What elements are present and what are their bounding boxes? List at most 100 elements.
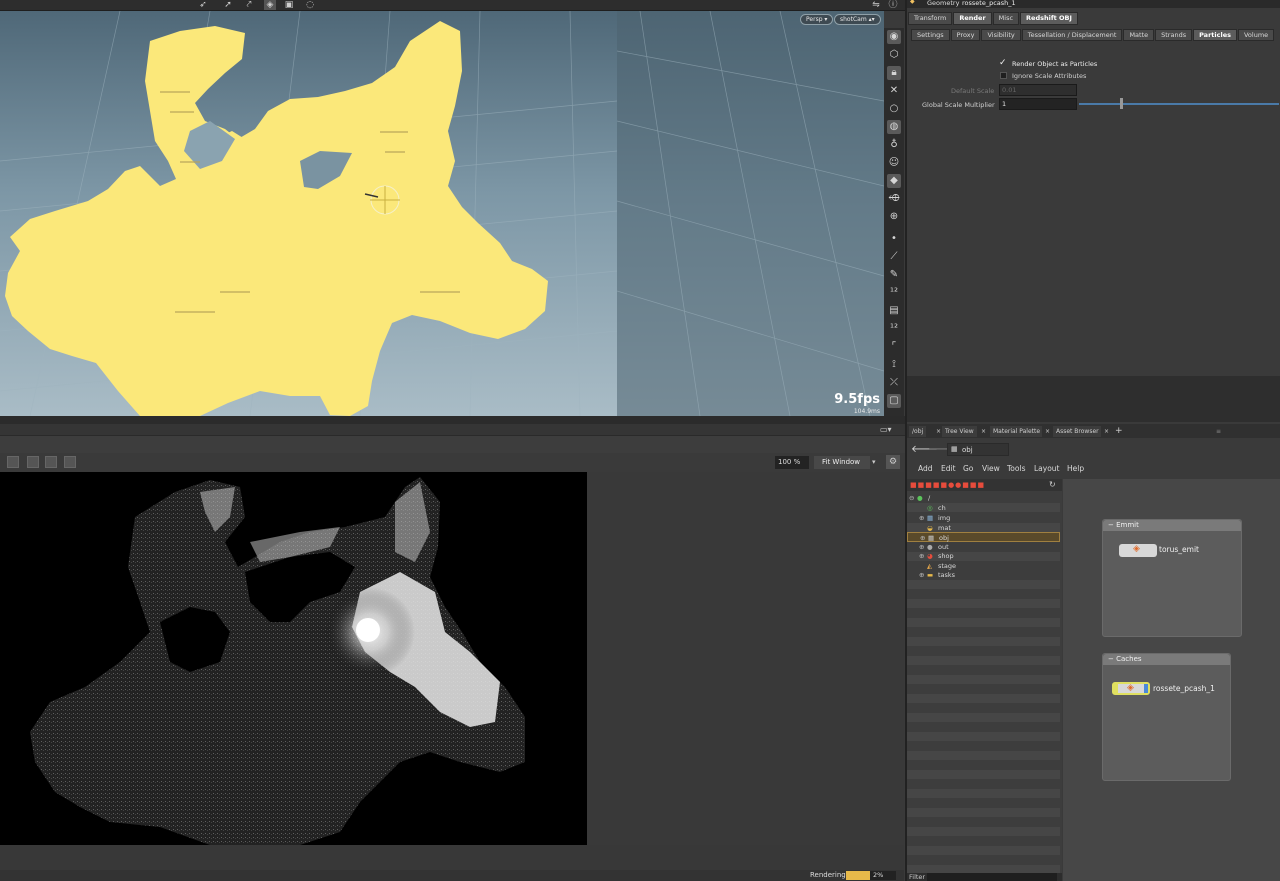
path-field[interactable]: ▦ obj [947, 443, 1009, 456]
network-editor[interactable]: − Emmit ◈ torus_emit − Caches ◈ rossete_… [1063, 479, 1280, 881]
point-number-icon[interactable]: ¹² [887, 286, 901, 300]
filter-input[interactable] [927, 873, 1057, 881]
pane-options-icon[interactable]: ≡ [1213, 426, 1225, 437]
expand-icon[interactable]: ⊕ [919, 551, 924, 561]
display-flag[interactable] [1114, 684, 1118, 693]
scene-viewport[interactable]: Persp ▾ shotCam ▴▾ 9.5fps 104.9ms [0, 11, 884, 416]
menu-go[interactable]: Go [963, 464, 973, 473]
menu-help[interactable]: Help [1067, 464, 1084, 473]
add-tab-icon[interactable]: + [1112, 426, 1126, 437]
lock-icon[interactable]: 🔒︎ [887, 66, 901, 80]
tree-item-img[interactable]: ⊕ ▦ img [907, 513, 1060, 523]
menu-tools[interactable]: Tools [1007, 464, 1025, 473]
move-tool-icon[interactable]: ➚ [222, 0, 234, 10]
tab-material-palette[interactable]: Material Palette [990, 426, 1044, 437]
network-box-emmit[interactable]: − Emmit ◈ torus_emit [1102, 519, 1242, 637]
default-scale-field[interactable]: 0.01 [999, 84, 1077, 96]
select-tool-icon[interactable]: ➶ [197, 0, 209, 10]
point-icon[interactable]: • [887, 232, 901, 246]
tree-item-ch[interactable]: ◎ ch [907, 503, 1060, 513]
render-as-particles-checkbox[interactable]: ✓ [999, 58, 1007, 68]
tab-tree-close-icon[interactable]: × [978, 426, 990, 437]
tab-render[interactable]: Render [953, 12, 992, 25]
fit-dropdown-icon[interactable]: ▾ [872, 456, 882, 469]
tab-tree-view[interactable]: Tree View [942, 426, 977, 437]
splitter[interactable] [0, 416, 905, 424]
cross-icon[interactable]: ⤫ [887, 376, 901, 390]
tree-item-obj[interactable]: ⊕ ▦ obj [907, 532, 1060, 542]
render-tool-1-icon[interactable] [7, 456, 19, 468]
global-scale-field[interactable]: 1 [999, 98, 1077, 110]
tab-misc[interactable]: Misc [992, 12, 1020, 25]
node-torus-emit[interactable]: ◈ [1119, 544, 1157, 557]
tab-obj[interactable]: /obj [909, 426, 927, 437]
subtab-particles[interactable]: Particles [1193, 29, 1237, 41]
subtab-matte[interactable]: Matte [1123, 29, 1155, 41]
tree-filter-icons[interactable]: ■■■■■●●■■■ [910, 481, 985, 489]
render-tool-3-icon[interactable] [45, 456, 57, 468]
pane-menu-icon[interactable]: ▭▾ [880, 425, 892, 434]
tab-asset-close-icon[interactable]: × [1101, 426, 1113, 437]
persp-menu-button[interactable]: Persp ▾ [800, 14, 834, 25]
global-scale-slider-track[interactable] [1079, 103, 1279, 105]
collapse-icon[interactable]: − [1108, 521, 1114, 529]
camera-icon[interactable]: ⬲ [887, 192, 901, 206]
menu-view[interactable]: View [982, 464, 1000, 473]
global-scale-slider-handle[interactable] [1120, 98, 1123, 109]
grid-icon[interactable]: ⊕ [887, 210, 901, 224]
subtab-visibility[interactable]: Visibility [981, 29, 1021, 41]
subtab-settings[interactable]: Settings [911, 29, 950, 41]
subtab-volume[interactable]: Volume [1237, 29, 1275, 41]
light-bulb-icon[interactable]: ◍ [887, 120, 901, 134]
menu-edit[interactable]: Edit [941, 464, 956, 473]
subtab-strands[interactable]: Strands [1155, 29, 1193, 41]
branch-icon[interactable]: ⟟ [887, 358, 901, 372]
ghost-icon[interactable]: ⬡ [887, 48, 901, 62]
menu-layout[interactable]: Layout [1034, 464, 1060, 473]
tab-redshift-obj[interactable]: Redshift OBJ [1020, 12, 1078, 25]
expand-icon[interactable]: ⊕ [919, 513, 924, 523]
prim-number-icon[interactable]: ¹² [887, 322, 901, 336]
display-options-icon[interactable]: ◉ [887, 30, 901, 44]
zoom-field[interactable]: 100 % [775, 456, 809, 469]
render-tool-4-icon[interactable] [64, 456, 76, 468]
render-flag[interactable] [1144, 684, 1148, 693]
render-tool-2-icon[interactable] [27, 456, 39, 468]
camera-menu-button[interactable]: shotCam ▴▾ [834, 14, 881, 25]
ignore-scale-checkbox[interactable] [1000, 72, 1007, 79]
help-icon[interactable]: ⓘ [887, 0, 899, 10]
expand-icon[interactable]: ⊖ [909, 493, 914, 503]
tree-item-root[interactable]: ⊖ ● / [907, 493, 1060, 503]
edge-icon[interactable]: ⟋ [887, 250, 901, 264]
view-icon[interactable]: ▣ [283, 0, 295, 10]
network-box-caches[interactable]: − Caches ◈ rossete_pcash_1 [1102, 653, 1231, 781]
corner-icon[interactable]: ⌜ [887, 340, 901, 354]
menu-add[interactable]: Add [918, 464, 933, 473]
sphere-icon[interactable]: ○ [887, 102, 901, 116]
geometry-icon[interactable]: ◈ [264, 0, 276, 10]
normals-icon[interactable]: ▤ [887, 304, 901, 318]
parm-node-name[interactable]: rossete_pcash_1 [962, 0, 1016, 7]
tab-material-close-icon[interactable]: × [1042, 426, 1054, 437]
pose-icon[interactable]: ◌ [304, 0, 316, 10]
subtab-tessellation[interactable]: Tessellation / Displacement [1021, 29, 1123, 41]
node-rossete-pcash[interactable]: ◈ [1112, 682, 1150, 695]
layout-icon[interactable]: ⇋ [870, 0, 882, 10]
tree-item-shop[interactable]: ⊕ ◕ shop [907, 551, 1060, 561]
pen-icon[interactable]: ✎ [887, 268, 901, 282]
tree-refresh-icon[interactable]: ↻ [1049, 480, 1056, 489]
subtab-proxy[interactable]: Proxy [950, 29, 981, 41]
shading-icon[interactable]: ◆ [887, 174, 901, 188]
frame-icon[interactable]: ▢ [887, 394, 901, 408]
expand-icon[interactable]: ⊕ [919, 570, 924, 580]
network-box-title[interactable]: − Caches [1103, 654, 1230, 665]
person-icon[interactable]: ☺ [887, 156, 901, 170]
tab-transform[interactable]: Transform [908, 12, 953, 25]
network-box-title[interactable]: − Emmit [1103, 520, 1241, 531]
render-settings-gear-icon[interactable]: ⚙ [886, 455, 900, 469]
render-image[interactable] [0, 472, 587, 845]
collapse-icon[interactable]: − [1108, 655, 1114, 663]
tab-asset-browser[interactable]: Asset Browser [1053, 426, 1102, 437]
fit-window-button[interactable]: Fit Window [814, 456, 870, 469]
snap-icon[interactable]: ✕ [887, 84, 901, 98]
